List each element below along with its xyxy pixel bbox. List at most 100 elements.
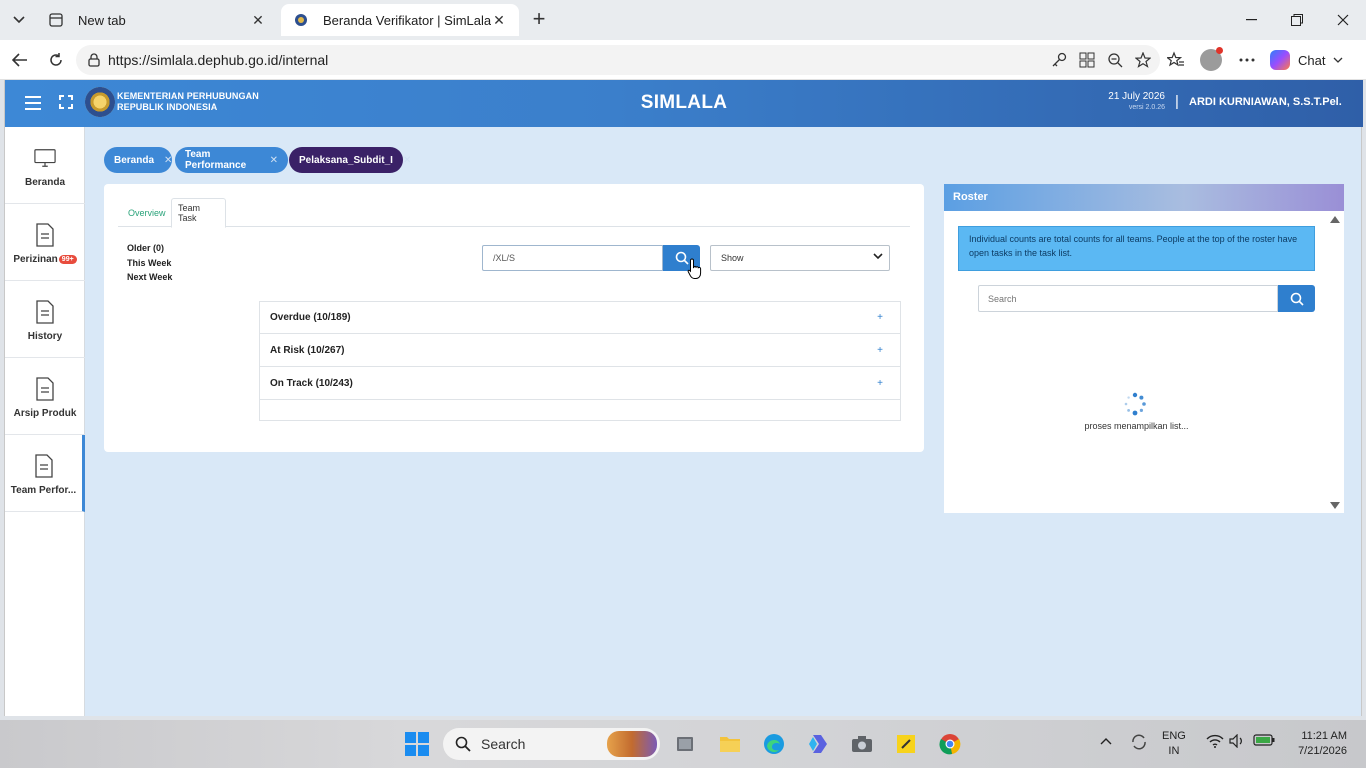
period-filter: Older (0) This Week Next Week: [127, 241, 172, 285]
search-icon: [1290, 292, 1304, 306]
sidebar-item-beranda[interactable]: Beranda: [5, 127, 85, 204]
close-icon[interactable]: ✕: [164, 155, 172, 166]
copilot-app-icon[interactable]: [806, 732, 830, 756]
new-tab-button[interactable]: +: [527, 8, 551, 32]
tab-actions-menu[interactable]: [6, 8, 32, 32]
accordion-on-track[interactable]: On Track (10/243) +: [260, 368, 900, 400]
hand-cursor-icon: [687, 258, 702, 279]
task-view-icon[interactable]: [673, 732, 697, 756]
language-indicator[interactable]: ENG IN: [1162, 729, 1186, 759]
sidebar-item-label: Arsip Produk: [13, 408, 77, 419]
key-icon[interactable]: [1050, 51, 1068, 69]
show-select[interactable]: Show: [710, 245, 890, 271]
restore-button[interactable]: [1274, 0, 1320, 40]
expand-icon[interactable]: +: [877, 312, 883, 323]
loading-text: proses menampilkan list...: [1084, 421, 1189, 431]
sticky-notes-icon[interactable]: [894, 732, 918, 756]
browser-tab-simlala[interactable]: Beranda Verifikator | SimLala ✕: [281, 4, 519, 36]
header-separator: |: [1175, 93, 1179, 110]
ministry-line2: REPUBLIK INDONESIA: [117, 102, 218, 112]
sidebar-item-team-performance[interactable]: Team Perfor...: [5, 435, 85, 512]
close-icon[interactable]: ✕: [270, 155, 278, 166]
clock-date: 7/21/2026: [1298, 745, 1347, 757]
sync-icon[interactable]: [1130, 733, 1148, 754]
roster-search-button[interactable]: [1278, 285, 1315, 312]
close-icon[interactable]: ✕: [491, 12, 507, 29]
expand-icon[interactable]: +: [877, 345, 883, 356]
ministry-line1: KEMENTERIAN PERHUBUNGAN: [117, 91, 259, 101]
lang-line1: ENG: [1162, 730, 1186, 742]
favorites-icon[interactable]: [1166, 50, 1186, 70]
expand-icon[interactable]: +: [877, 378, 883, 389]
minimize-button[interactable]: [1228, 0, 1274, 40]
roster-panel: Roster Individual counts are total count…: [944, 184, 1344, 513]
scroll-up-arrow[interactable]: [1330, 216, 1340, 223]
menu-icon[interactable]: [25, 94, 41, 112]
close-icon[interactable]: ✕: [403, 155, 411, 166]
browser-tabstrip: New tab ✕ Beranda Verifikator | SimLala …: [0, 0, 1366, 40]
chrome-icon[interactable]: [938, 732, 962, 756]
camera-icon[interactable]: [850, 732, 874, 756]
roster-search-input[interactable]: [978, 285, 1278, 312]
breadcrumb-pelaksana[interactable]: Pelaksana_Subdit_I ✕: [289, 147, 411, 173]
breadcrumb-beranda[interactable]: Beranda ✕: [104, 147, 172, 173]
battery-icon[interactable]: [1253, 734, 1275, 749]
system-clock[interactable]: 11:21 AM 7/21/2026: [1283, 729, 1347, 759]
volume-icon[interactable]: [1229, 733, 1245, 751]
scroll-down-arrow[interactable]: [1330, 502, 1340, 509]
browser-tab-newtab[interactable]: New tab ✕: [36, 4, 278, 36]
period-next-week[interactable]: Next Week: [127, 270, 172, 285]
tab-overview[interactable]: Overview: [122, 198, 172, 228]
tab-title: New tab: [78, 12, 126, 28]
user-name[interactable]: ARDI KURNIAWAN, S.S.T.Pel.: [1189, 96, 1342, 108]
sidebar-item-arsip-produk[interactable]: Arsip Produk: [5, 358, 85, 435]
favorite-star-icon[interactable]: [1134, 51, 1152, 69]
lock-icon[interactable]: [86, 52, 102, 68]
document-icon: [34, 376, 56, 402]
apps-icon[interactable]: [1078, 51, 1096, 69]
close-window-button[interactable]: [1320, 0, 1366, 40]
wifi-icon[interactable]: [1206, 734, 1224, 751]
breadcrumb-label: Pelaksana_Subdit_I: [299, 154, 393, 166]
breadcrumb-team-performance[interactable]: Team Performance ✕: [175, 147, 288, 173]
newtab-icon: [48, 12, 64, 28]
address-bar[interactable]: https://simlala.dephub.go.id/internal: [76, 45, 1160, 75]
copilot-icon: [1270, 50, 1290, 70]
accordion-label: Overdue (10/189): [270, 312, 351, 323]
ministry-name: KEMENTERIAN PERHUBUNGAN REPUBLIK INDONES…: [117, 91, 259, 113]
document-icon: [34, 299, 56, 325]
chevron-down-icon: [1334, 57, 1343, 63]
period-older[interactable]: Older (0): [127, 241, 172, 256]
chevron-down-icon: [873, 253, 883, 260]
file-explorer-icon[interactable]: [718, 732, 742, 756]
task-search-input[interactable]: [482, 245, 663, 271]
period-this-week[interactable]: This Week: [127, 256, 172, 271]
zoom-out-icon[interactable]: [1106, 51, 1124, 69]
edge-icon[interactable]: [762, 732, 786, 756]
accordion-overdue[interactable]: Overdue (10/189) +: [260, 302, 900, 334]
fullscreen-icon[interactable]: [58, 94, 74, 110]
accordion-label: At Risk (10/267): [270, 345, 345, 356]
roster-title: Roster: [944, 184, 1344, 211]
document-icon: [33, 453, 55, 479]
sidebar-item-perizinan[interactable]: Perizinan 99+: [5, 204, 85, 281]
copilot-chat-button[interactable]: Chat: [1270, 48, 1343, 72]
more-icon[interactable]: [1237, 50, 1257, 70]
sidebar-item-history[interactable]: History: [5, 281, 85, 358]
accordion-at-risk[interactable]: At Risk (10/267) +: [260, 335, 900, 367]
taskbar-search[interactable]: Search: [443, 728, 660, 760]
start-button[interactable]: [405, 732, 429, 756]
refresh-button[interactable]: [44, 48, 68, 72]
back-button[interactable]: [8, 48, 32, 72]
chevron-up-icon[interactable]: [1100, 734, 1112, 748]
search-icon: [455, 736, 471, 752]
clock-time: 11:21 AM: [1301, 730, 1347, 742]
close-icon[interactable]: ✕: [250, 12, 266, 29]
header-date: 21 July 2026 versi 2.0.26: [1108, 91, 1165, 113]
sidebar-item-label: Beranda: [24, 177, 65, 188]
url-text: https://simlala.dephub.go.id/internal: [108, 52, 329, 68]
search-highlight-image: [607, 731, 657, 757]
breadcrumb-label: Beranda: [114, 154, 155, 166]
show-select-value: Show: [721, 253, 744, 263]
tab-team-task[interactable]: Team Task: [171, 198, 226, 228]
